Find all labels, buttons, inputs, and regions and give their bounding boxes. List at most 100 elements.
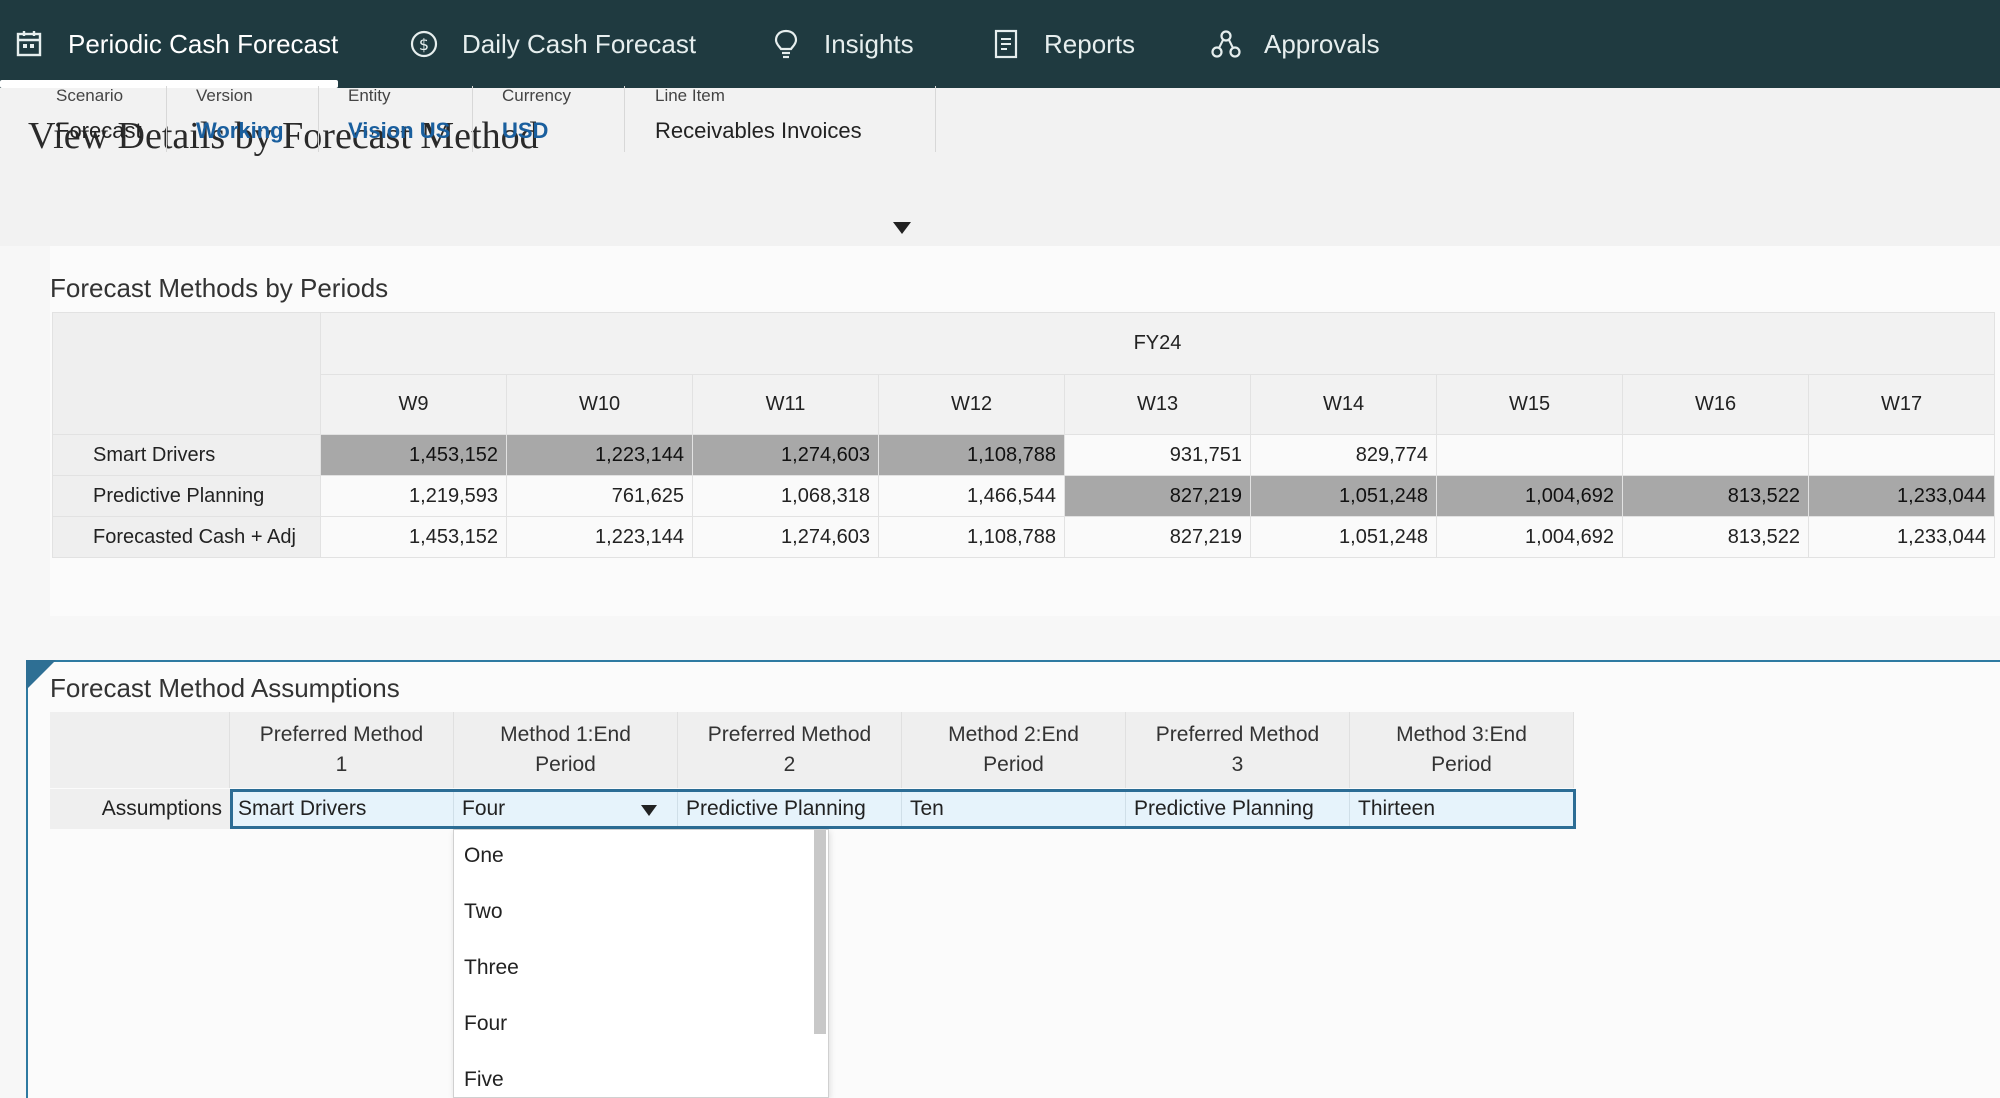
column-header: W15 [1436, 374, 1623, 435]
lightbulb-icon [768, 26, 804, 62]
pov-divider [935, 86, 936, 152]
end-period-dropdown: One Two Three Four Five [453, 829, 829, 1098]
grid-corner [52, 312, 321, 435]
calendar-icon [12, 26, 48, 62]
tab-label: Reports [1044, 28, 1136, 59]
data-cell[interactable]: 1,004,692 [1436, 475, 1623, 517]
data-cell[interactable] [1808, 434, 1995, 476]
preferred-method-3-cell[interactable]: Predictive Planning [1126, 789, 1350, 829]
data-cell[interactable]: 1,223,144 [506, 434, 693, 476]
approvals-icon [1208, 26, 1244, 62]
chevron-down-icon[interactable] [641, 805, 657, 816]
report-icon [988, 26, 1024, 62]
column-header: W14 [1250, 374, 1437, 435]
data-cell[interactable]: 1,223,144 [506, 516, 693, 558]
data-cell[interactable]: 1,219,593 [320, 475, 507, 517]
pov-divider [318, 86, 319, 152]
pov-value: Forecast [56, 118, 142, 143]
data-cell[interactable]: 931,751 [1064, 434, 1251, 476]
data-cell[interactable]: 1,233,044 [1808, 475, 1995, 517]
column-header: Method 2:End Period [902, 712, 1126, 788]
column-header: Preferred Method 3 [1126, 712, 1350, 788]
pov-version[interactable]: Version Working [168, 84, 316, 154]
header-line: Method 2:End [948, 723, 1079, 746]
tab-insights[interactable]: Insights [768, 0, 914, 88]
preferred-method-2-cell[interactable]: Predictive Planning [678, 789, 902, 829]
currency-icon: $ [406, 26, 442, 62]
tab-label: Approvals [1264, 28, 1380, 59]
data-cell[interactable]: 1,004,692 [1436, 516, 1623, 558]
dropdown-option[interactable]: Four [464, 1012, 507, 1036]
pov-label: Entity [348, 86, 391, 105]
dropdown-option[interactable]: Five [464, 1068, 504, 1092]
row-header: Forecasted Cash + Adj [52, 516, 321, 558]
svg-text:$: $ [419, 35, 429, 54]
data-cell[interactable]: 1,233,044 [1808, 516, 1995, 558]
column-header: Method 3:End Period [1350, 712, 1574, 788]
pov-label: Currency [502, 86, 571, 105]
section-title: Forecast Methods by Periods [50, 273, 389, 303]
tab-label: Periodic Cash Forecast [68, 28, 339, 59]
year-header: FY24 [320, 312, 1995, 375]
section-title: Forecast Method Assumptions [50, 673, 400, 703]
pov-value[interactable]: Working [196, 118, 316, 144]
column-header: W12 [878, 374, 1065, 435]
pov-label: Scenario [56, 86, 124, 105]
dropdown-option[interactable]: One [464, 844, 504, 868]
data-cell[interactable]: 1,108,788 [878, 434, 1065, 476]
header-line: Preferred Method [259, 723, 424, 746]
column-header: W13 [1064, 374, 1251, 435]
row-header: Assumptions [50, 789, 230, 829]
pov-scenario[interactable]: Scenario Forecast [28, 84, 166, 154]
header-line: Preferred Method [707, 723, 872, 746]
data-cell[interactable] [1436, 434, 1623, 476]
data-cell[interactable]: 1,274,603 [692, 516, 879, 558]
data-cell[interactable]: 761,625 [506, 475, 693, 517]
pov-divider [472, 86, 473, 152]
chevron-down-icon[interactable] [893, 222, 911, 234]
pov-value: Receivables Invoices [655, 118, 862, 143]
header-line: Method 3:End [1396, 723, 1527, 746]
header-line: Period [983, 753, 1044, 776]
header-line: 2 [783, 753, 796, 776]
column-header: Preferred Method 1 [230, 712, 454, 788]
method-2-end-period-cell[interactable]: Ten [902, 789, 1126, 829]
row-header: Predictive Planning [52, 475, 321, 517]
pov-value[interactable]: USD [502, 118, 624, 144]
data-cell[interactable]: 1,453,152 [320, 434, 507, 476]
data-cell[interactable] [1622, 434, 1809, 476]
data-cell[interactable]: 829,774 [1250, 434, 1437, 476]
tab-label: Daily Cash Forecast [462, 28, 697, 59]
data-cell[interactable]: 1,466,544 [878, 475, 1065, 517]
data-cell[interactable]: 827,219 [1064, 516, 1251, 558]
tab-daily-cash-forecast[interactable]: $ Daily Cash Forecast [406, 0, 696, 88]
data-cell[interactable]: 813,522 [1622, 475, 1809, 517]
data-cell[interactable]: 827,219 [1064, 475, 1251, 517]
tab-reports[interactable]: Reports [988, 0, 1135, 88]
dropdown-option[interactable]: Two [464, 900, 503, 924]
tab-approvals[interactable]: Approvals [1208, 0, 1380, 88]
data-cell[interactable]: 1,068,318 [692, 475, 879, 517]
table-row: Predictive Planning 1,219,593 761,625 1,… [52, 475, 1995, 517]
table-row: Forecasted Cash + Adj 1,453,152 1,223,14… [52, 516, 1995, 558]
data-cell[interactable]: 813,522 [1622, 516, 1809, 558]
tab-periodic-cash-forecast[interactable]: Periodic Cash Forecast [12, 0, 338, 88]
pov-divider [624, 86, 625, 152]
dropdown-scrollbar[interactable] [814, 830, 826, 1034]
pov-line-item[interactable]: Line Item Receivables Invoices [627, 84, 935, 154]
data-cell[interactable]: 1,051,248 [1250, 516, 1437, 558]
column-header: W9 [320, 374, 507, 435]
pov-currency[interactable]: Currency USD [474, 84, 624, 154]
method-3-end-period-cell[interactable]: Thirteen [1350, 789, 1574, 829]
data-cell[interactable]: 1,453,152 [320, 516, 507, 558]
tab-label: Insights [824, 28, 914, 59]
column-header: W16 [1622, 374, 1809, 435]
pov-value[interactable]: Vision US [348, 118, 472, 144]
data-cell[interactable]: 1,108,788 [878, 516, 1065, 558]
data-cell[interactable]: 1,051,248 [1250, 475, 1437, 517]
header-line: 3 [1231, 753, 1244, 776]
dropdown-option[interactable]: Three [464, 956, 519, 980]
pov-entity[interactable]: Entity Vision US [320, 84, 472, 154]
preferred-method-1-cell[interactable]: Smart Drivers [230, 789, 454, 829]
data-cell[interactable]: 1,274,603 [692, 434, 879, 476]
